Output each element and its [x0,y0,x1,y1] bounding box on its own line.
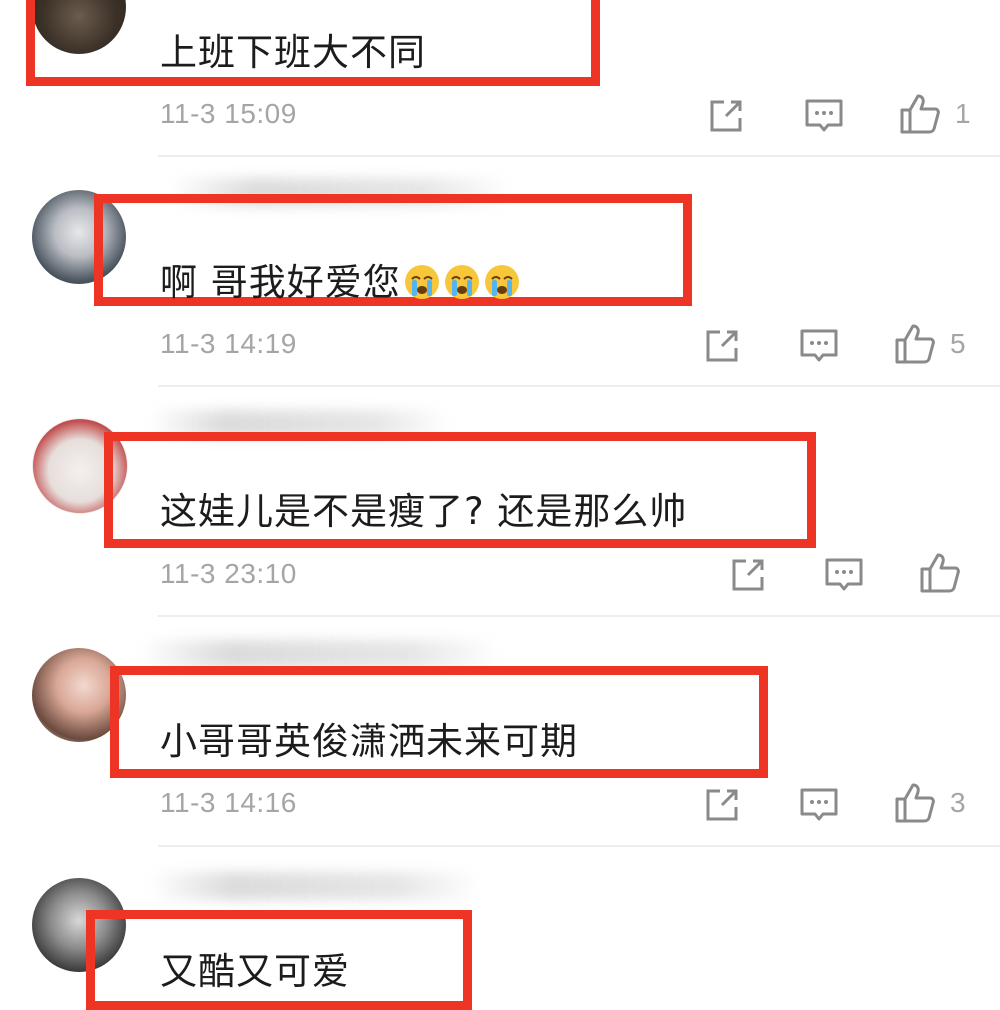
comment-icon [800,788,838,821]
like-count: 3 [950,787,966,818]
comment-timestamp: 11-3 14:19 [160,328,297,359]
comment-timestamp: 11-3 23:10 [160,558,297,589]
thumbs-up-icon [920,553,960,593]
like-button[interactable] [918,551,962,595]
share-icon [706,330,738,362]
comment-icon [825,558,863,591]
comment-item: 又酷又可爱 [0,0,1000,1010]
reply-button[interactable] [822,553,866,597]
crying-face-icon [483,263,521,301]
divider [158,845,1000,847]
like-button[interactable] [893,781,937,825]
divider [158,615,1000,617]
reply-button[interactable] [797,324,841,368]
comment-text: 又酷又可爱 [160,950,350,993]
comment-text: 这娃儿是不是瘦了? 还是那么帅 [160,490,688,533]
crying-face-icon [443,263,481,301]
comment-timestamp: 11-3 14:16 [160,787,297,818]
thumbs-up-icon [895,324,935,364]
share-button[interactable] [726,553,770,597]
thumbs-up-icon [895,783,935,823]
comment-text: 啊 哥我好爱您 [160,252,521,306]
comment-text-label: 啊 哥我好爱您 [160,261,401,304]
divider [158,385,1000,387]
username-blurred [150,872,480,900]
crying-face-icon [403,263,441,301]
reply-button[interactable] [797,783,841,827]
share-button[interactable] [700,324,744,368]
comment-icon [800,329,838,362]
username-blurred [140,640,500,668]
like-count: 5 [950,328,966,359]
comment-text: 小哥哥英俊潇洒未来可期 [160,720,578,763]
share-icon [732,559,764,591]
like-button[interactable] [893,322,937,366]
share-icon [706,789,738,821]
share-button[interactable] [700,783,744,827]
